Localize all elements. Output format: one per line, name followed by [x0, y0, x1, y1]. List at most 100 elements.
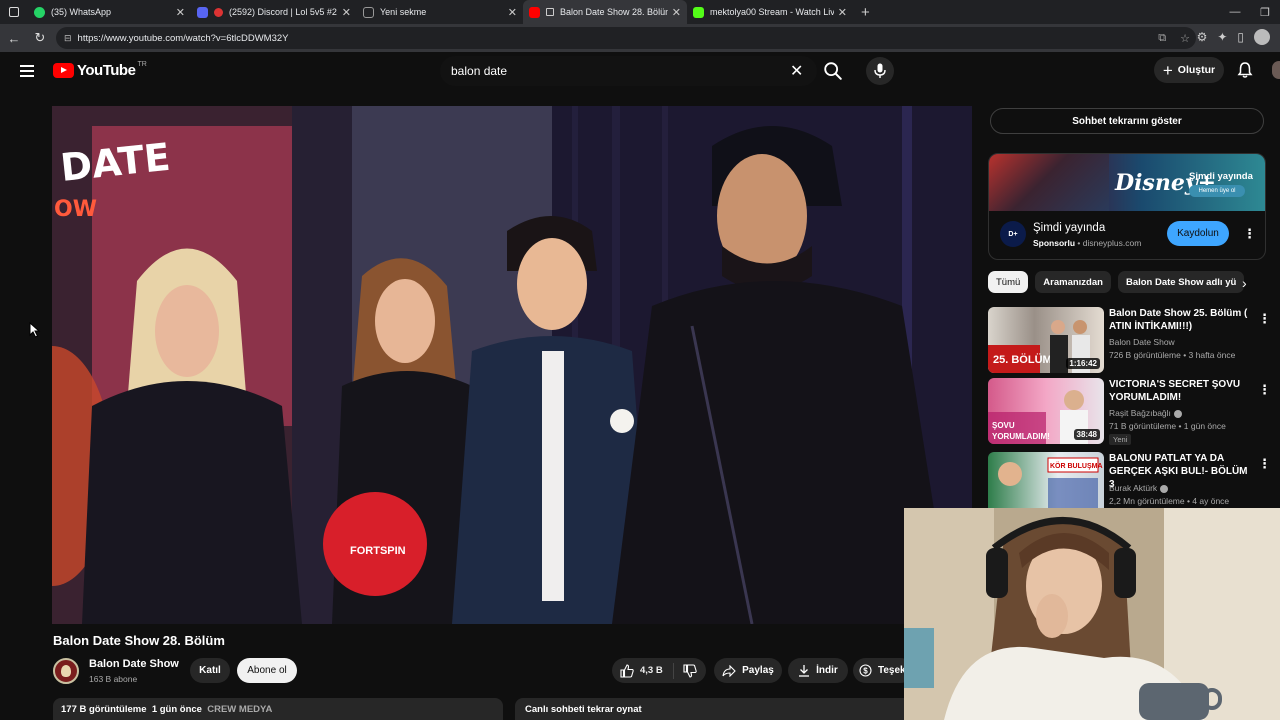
- more-options-icon[interactable]: ⋮: [1258, 382, 1271, 398]
- whatsapp-icon: [34, 6, 45, 18]
- ad-banner[interactable]: Disney+ Şimdi yayında Hemen üye ol: [989, 154, 1265, 211]
- clear-search-icon[interactable]: ✕: [790, 61, 803, 81]
- description-box[interactable]: 177 B görüntüleme 1 gün önce CREW MEDYA: [53, 698, 503, 720]
- ad-title: Şimdi yayında: [1033, 222, 1106, 234]
- browser-tab-youtube[interactable]: Balon Date Show 28. Bölüm ✕: [523, 0, 687, 24]
- reload-icon[interactable]: ↻: [28, 26, 52, 50]
- microphone-icon: [874, 63, 886, 78]
- chip-from-search[interactable]: Aramanızdan: [1035, 271, 1111, 293]
- more-options-icon[interactable]: ⋮: [1243, 226, 1256, 242]
- video-player[interactable]: FORTSPIN DATE OW: [52, 106, 972, 624]
- create-button[interactable]: + Oluştur: [1154, 57, 1224, 83]
- channel-avatar[interactable]: [53, 658, 79, 684]
- bookmark-star-icon[interactable]: ☆: [1180, 32, 1190, 45]
- puzzle-icon[interactable]: ✦: [1217, 30, 1227, 44]
- recommendation-item[interactable]: 25. BÖLÜM 1:16:42 Balon Date Show 25. Bö…: [988, 307, 1271, 373]
- live-chat-replay-bar[interactable]: Canlı sohbeti tekrar oynat: [515, 698, 915, 720]
- ad-banner-now: Şimdi yayında: [1189, 171, 1253, 182]
- recommendation-meta: 726 B görüntüleme • 3 hafta önce: [1109, 350, 1236, 360]
- show-chat-replay-button[interactable]: Sohbet tekrarını göster: [990, 108, 1264, 134]
- sidebar-icon[interactable]: ▯: [1237, 30, 1244, 44]
- restore-icon[interactable]: ❐: [1250, 0, 1280, 24]
- search-input[interactable]: balon date: [440, 56, 817, 86]
- dislike-button[interactable]: [674, 663, 706, 678]
- discord-icon: [197, 6, 208, 18]
- share-button[interactable]: Paylaş: [714, 658, 782, 683]
- super-thanks-icon: $: [859, 664, 872, 677]
- recommendation-title: Balon Date Show 25. Bölüm ( ATIN İNTİKAM…: [1109, 308, 1248, 332]
- thumbnail-art: KÖR BULUŞMA: [998, 457, 1103, 508]
- video-thumbnail[interactable]: ŞOVU YORUMLADIM! 38:48: [988, 378, 1104, 444]
- logo-country: TR: [137, 61, 147, 68]
- recommendation-channel: Balon Date Show: [1109, 337, 1175, 347]
- recommendation-item[interactable]: ŞOVU YORUMLADIM! 38:48 VICTORIA'S SECRET …: [988, 378, 1271, 445]
- chip-all[interactable]: Tümü: [988, 271, 1029, 293]
- search-query: balon date: [451, 64, 508, 78]
- download-button[interactable]: İndir: [788, 658, 848, 683]
- back-icon[interactable]: ←: [2, 26, 26, 50]
- sponsored-ad-card[interactable]: Disney+ Şimdi yayında Hemen üye ol D+ Şi…: [988, 153, 1266, 260]
- voice-search-button[interactable]: [866, 57, 894, 85]
- install-app-icon[interactable]: ⧉: [1158, 32, 1166, 45]
- ad-signup-button[interactable]: Kaydolun: [1167, 221, 1229, 246]
- svg-text:ŞOVU: ŞOVU: [992, 421, 1015, 430]
- description-tags: CREW MEDYA: [207, 704, 273, 715]
- ad-meta: Sponsorlu • disneyplus.com: [1033, 238, 1142, 248]
- recommendation-title: VICTORIA'S SECRET ŞOVU YORUMLADIM!: [1109, 379, 1241, 403]
- site-info-icon[interactable]: ⊟: [64, 33, 72, 44]
- channel-name[interactable]: Balon Date Show: [89, 658, 179, 670]
- like-button[interactable]: 4,3 B: [612, 662, 674, 679]
- minimize-icon[interactable]: —: [1220, 0, 1250, 24]
- account-avatar[interactable]: [1272, 61, 1280, 79]
- more-options-icon[interactable]: ⋮: [1258, 456, 1271, 472]
- mouse-cursor: [29, 322, 41, 338]
- close-tab-icon[interactable]: ✕: [838, 6, 847, 19]
- video-duration: 38:48: [1073, 429, 1100, 440]
- verified-check-icon: [1160, 484, 1169, 493]
- browser-tab-discord[interactable]: (2592) Discord | Lol 5v5 #2 | ✕: [191, 0, 357, 24]
- profile-avatar[interactable]: [1254, 29, 1270, 45]
- sponsored-label: Sponsorlu: [1033, 238, 1076, 248]
- chip-channel[interactable]: Balon Date Show adlı yü: [1117, 271, 1245, 293]
- thumbs-down-icon: [683, 663, 697, 678]
- video-thumbnail[interactable]: 25. BÖLÜM 1:16:42: [988, 307, 1104, 373]
- close-tab-icon[interactable]: ✕: [176, 6, 185, 19]
- chevron-right-icon[interactable]: ›: [1242, 275, 1247, 291]
- close-tab-icon[interactable]: ✕: [672, 6, 681, 19]
- live-chat-replay-label: Canlı sohbeti tekrar oynat: [525, 704, 642, 715]
- browser-tab-kick[interactable]: mektolya00 Stream - Watch Live ✕: [687, 0, 853, 24]
- notifications-bell-icon[interactable]: [1236, 61, 1254, 79]
- browser-tab-new[interactable]: Yeni sekme ✕: [357, 0, 523, 24]
- svg-text:OW: OW: [54, 197, 97, 222]
- youtube-play-icon: [53, 63, 74, 78]
- more-options-icon[interactable]: ⋮: [1258, 311, 1271, 327]
- recommendation-channel: Raşit Bağzıbağlı: [1109, 408, 1182, 418]
- tab-title: (2592) Discord | Lol 5v5 #2 |: [229, 7, 338, 17]
- youtube-logo[interactable]: YouTube TR: [53, 61, 147, 79]
- close-tab-icon[interactable]: ✕: [342, 6, 351, 19]
- search-icon[interactable]: [822, 60, 844, 82]
- recommendation-meta: 2,2 Mn görüntüleme • 4 ay önce: [1109, 496, 1230, 506]
- close-tab-icon[interactable]: ✕: [508, 6, 517, 19]
- recording-icon: [214, 7, 223, 17]
- extensions-icon[interactable]: ⚙: [1197, 30, 1208, 44]
- address-bar-row: ← ↻ ⊟ https://www.youtube.com/watch?v=6t…: [0, 24, 1280, 52]
- video-thumbnail[interactable]: KÖR BULUŞMA: [988, 452, 1104, 508]
- youtube-header: YouTube TR balon date ✕ + Oluştur: [0, 52, 1280, 90]
- browser-tab-whatsapp[interactable]: (35) WhatsApp ✕: [28, 0, 191, 24]
- join-button[interactable]: Katıl: [190, 658, 230, 683]
- logo-text: YouTube: [77, 62, 136, 79]
- speaker-icon[interactable]: [546, 8, 554, 16]
- disney-plus-logo-icon: D+: [1000, 221, 1026, 247]
- download-icon: [799, 665, 810, 677]
- svg-text:YORUMLADIM!: YORUMLADIM!: [992, 432, 1050, 441]
- tab-search-icon[interactable]: [0, 0, 28, 24]
- subscriber-count: 163 B abone: [89, 674, 138, 684]
- plus-icon[interactable]: +: [861, 4, 870, 21]
- subscribe-button[interactable]: Abone ol: [237, 658, 297, 683]
- recommendation-channel-name: Burak Aktürk: [1109, 483, 1158, 493]
- new-badge: Yeni: [1109, 434, 1132, 445]
- tab-title: Yeni sekme: [380, 7, 427, 17]
- menu-icon[interactable]: [20, 65, 34, 77]
- url-field[interactable]: ⊟ https://www.youtube.com/watch?v=6tlcDD…: [56, 27, 1196, 49]
